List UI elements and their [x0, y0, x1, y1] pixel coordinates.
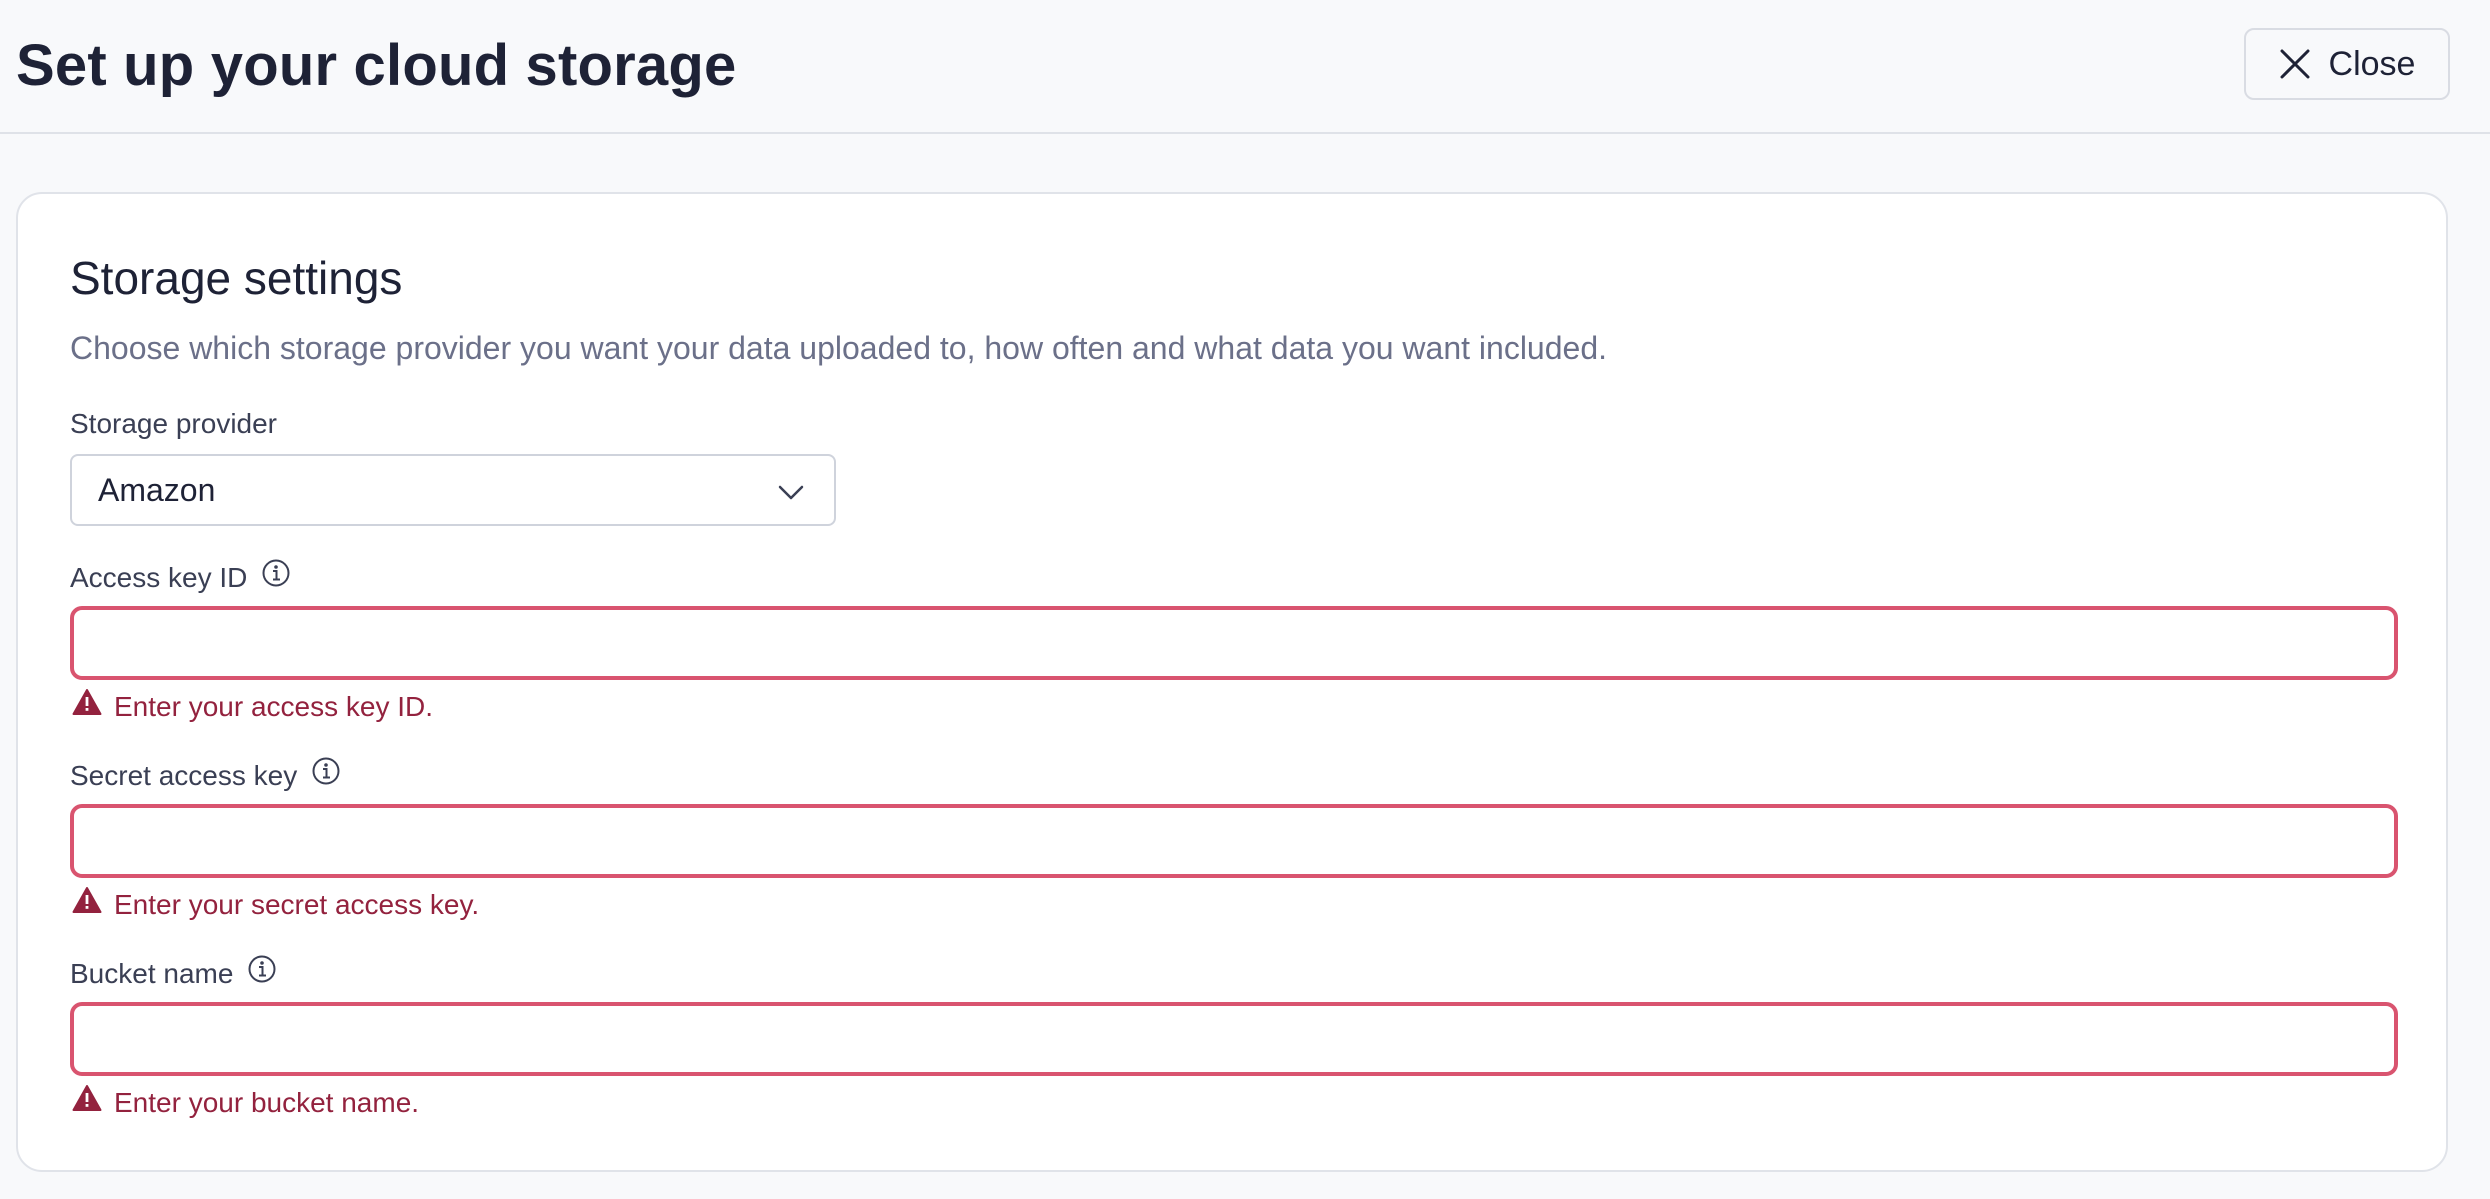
storage-provider-label-text: Storage provider — [70, 408, 278, 439]
section-title: Storage settings — [70, 252, 403, 304]
chevron-down-icon — [778, 472, 804, 509]
close-button[interactable]: Close — [2244, 28, 2450, 100]
storage-settings-card: Storage settings Choose which storage pr… — [16, 192, 2448, 1172]
bucket-name-error: Enter your bucket name. — [72, 1084, 419, 1121]
warning-icon — [72, 1084, 102, 1121]
bucket-name-label-text: Bucket name — [70, 957, 234, 989]
storage-provider-label: Storage provider — [70, 406, 277, 442]
page-title: Set up your cloud storage — [16, 33, 737, 98]
info-icon[interactable] — [311, 756, 341, 795]
close-button-label: Close — [2328, 44, 2416, 83]
secret-access-key-label-text: Secret access key — [70, 759, 298, 791]
secret-access-key-error: Enter your secret access key. — [72, 886, 479, 923]
bucket-name-label: Bucket name — [70, 954, 277, 993]
storage-provider-value: Amazon — [98, 471, 216, 508]
access-key-id-input[interactable] — [70, 606, 2398, 680]
section-description: Choose which storage provider you want y… — [70, 330, 1607, 366]
warning-icon — [72, 688, 102, 725]
bucket-name-error-text: Enter your bucket name. — [114, 1086, 420, 1118]
secret-access-key-label: Secret access key — [70, 756, 341, 795]
access-key-id-error: Enter your access key ID. — [72, 688, 433, 725]
warning-icon — [72, 886, 102, 923]
access-key-id-label: Access key ID — [70, 558, 291, 597]
storage-provider-select[interactable]: Amazon — [70, 454, 836, 526]
secret-access-key-error-text: Enter your secret access key. — [114, 888, 480, 920]
access-key-id-error-text: Enter your access key ID. — [114, 690, 434, 722]
info-icon[interactable] — [261, 558, 291, 597]
page-header: Set up your cloud storage Close — [0, 0, 2490, 134]
close-icon — [2279, 48, 2311, 80]
info-icon[interactable] — [247, 954, 277, 993]
bucket-name-input[interactable] — [70, 1002, 2398, 1076]
secret-access-key-input[interactable] — [70, 804, 2398, 878]
access-key-id-label-text: Access key ID — [70, 561, 248, 593]
